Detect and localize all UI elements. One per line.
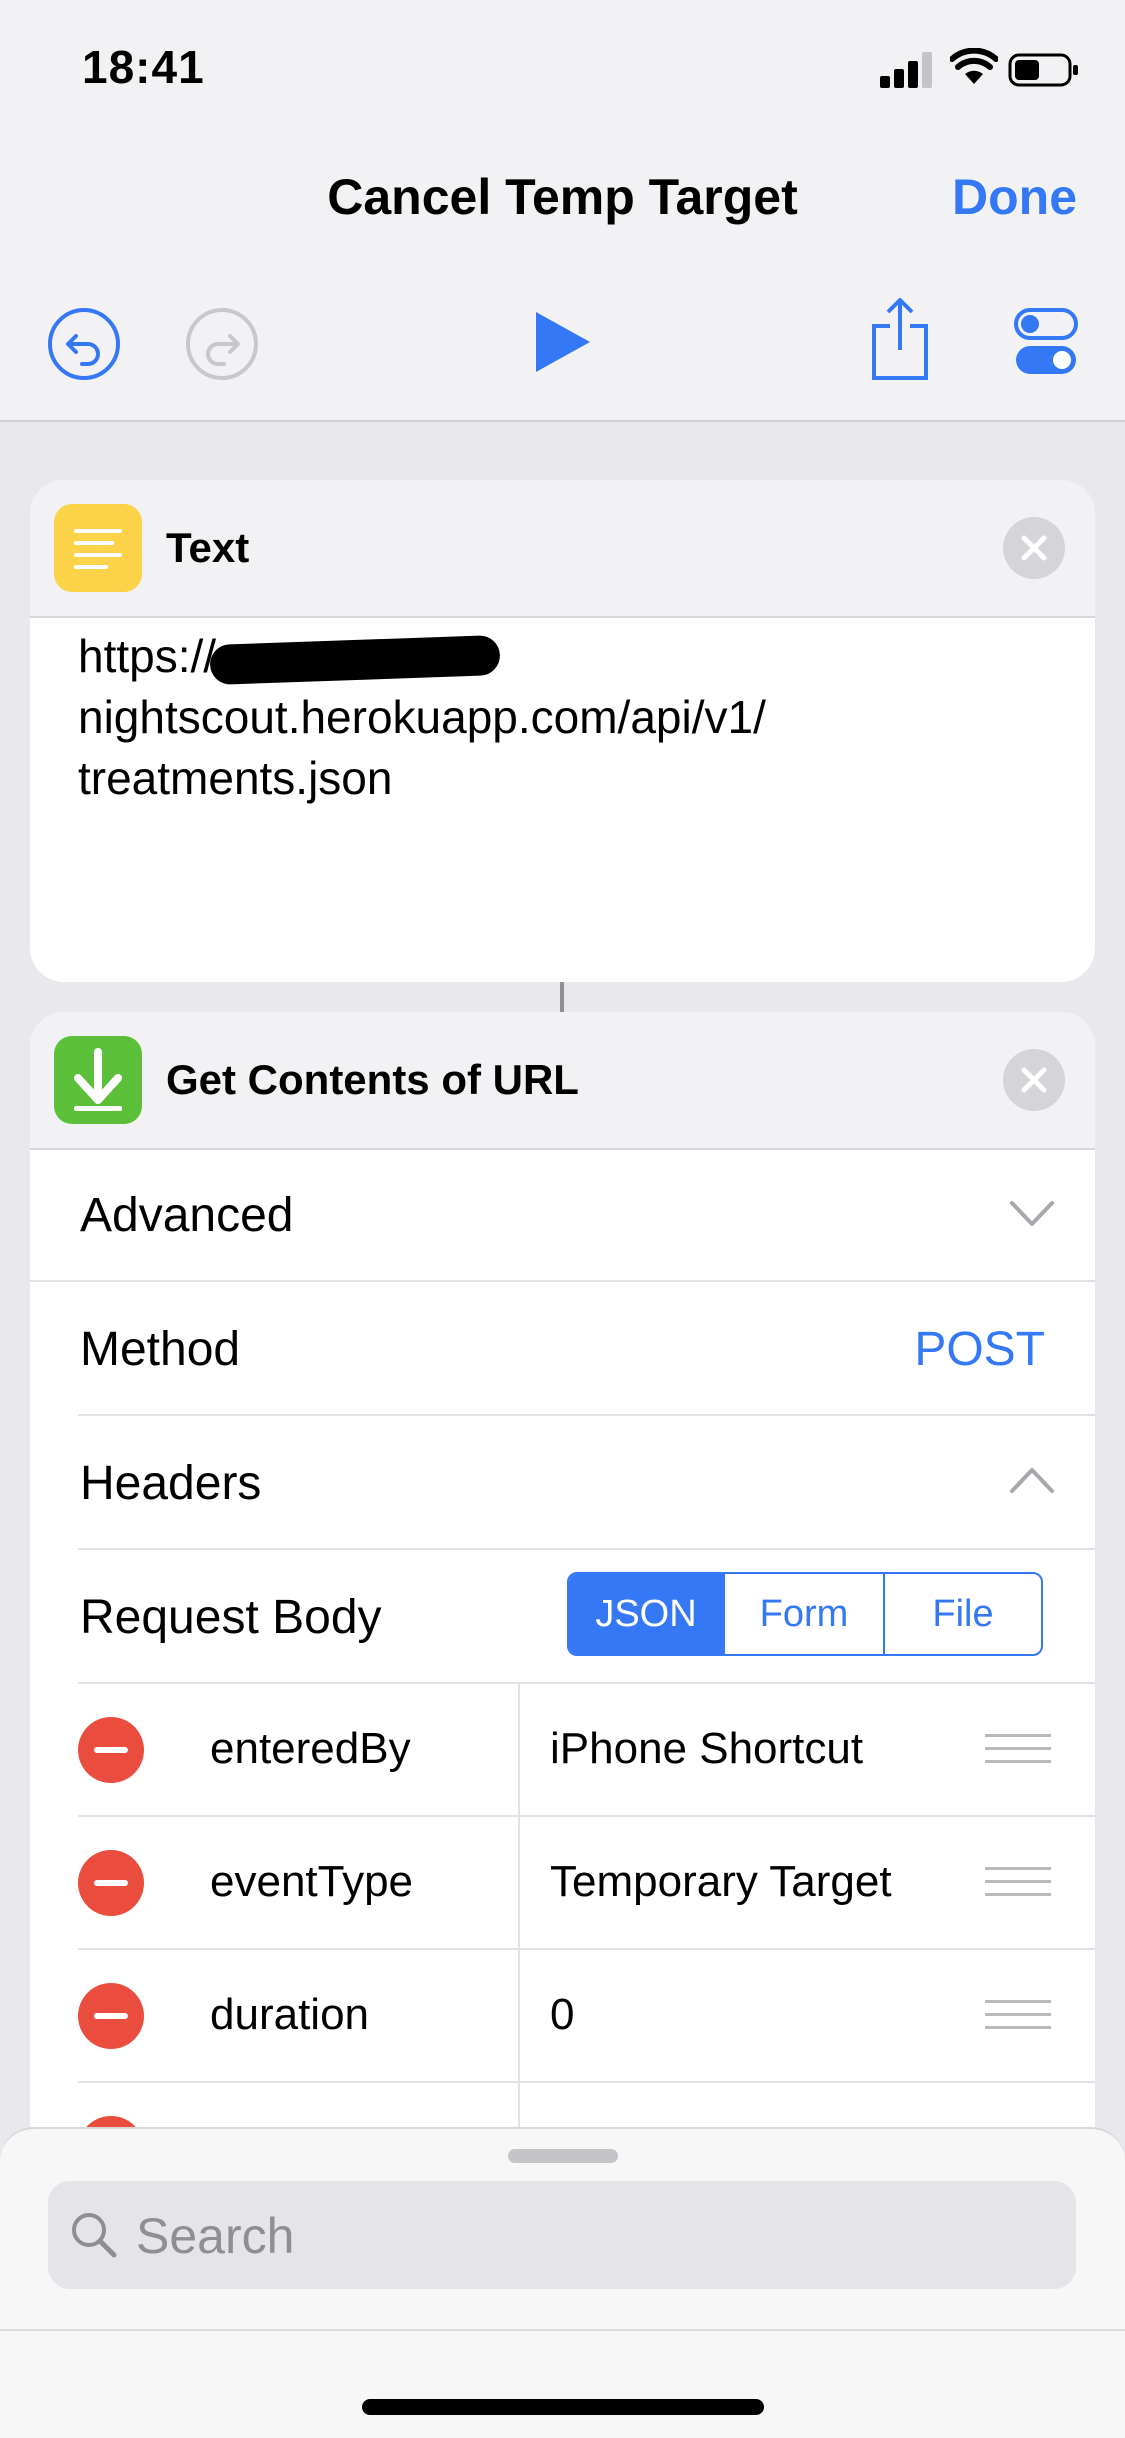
advanced-row[interactable]: Advanced	[30, 1148, 1095, 1282]
headers-row[interactable]: Headers	[30, 1416, 1095, 1548]
redo-icon	[186, 308, 258, 380]
field-value[interactable]: Temporary Target	[550, 1857, 892, 1907]
url-line-3: treatments.json	[78, 752, 393, 804]
reorder-handle-icon[interactable]	[985, 2000, 1051, 2030]
field-key[interactable]: enteredBy	[210, 1724, 411, 1774]
chevron-down-icon	[1010, 1201, 1054, 1226]
battery-icon	[1008, 53, 1078, 87]
search-icon	[72, 2213, 117, 2258]
redo-button[interactable]	[184, 306, 260, 382]
sheet-grabber[interactable]	[508, 2149, 618, 2163]
url-action-header: Get Contents of URL	[30, 1012, 1095, 1150]
url-action-card: Get Contents of URL Advanced Method POST…	[30, 1012, 1095, 2192]
undo-button[interactable]	[46, 306, 122, 382]
reorder-handle-icon[interactable]	[985, 1734, 1051, 1764]
body-type-segmented-control: JSON Form File	[567, 1572, 1043, 1656]
field-key[interactable]: duration	[210, 1990, 369, 2040]
column-divider	[518, 1684, 520, 1815]
text-action-title: Text	[166, 524, 250, 571]
headers-label: Headers	[80, 1457, 262, 1510]
home-indicator[interactable]	[362, 2399, 764, 2415]
cellular-signal-icon	[880, 52, 934, 88]
redaction-mark	[209, 634, 501, 685]
undo-icon	[48, 308, 120, 380]
column-divider	[518, 1950, 520, 2081]
remove-url-action-button[interactable]	[1003, 1049, 1065, 1111]
settings-button[interactable]	[1014, 308, 1078, 376]
text-lines-icon	[54, 504, 142, 592]
remove-text-action-button[interactable]	[1003, 517, 1065, 579]
method-row[interactable]: Method POST	[30, 1282, 1095, 1414]
toggles-icon	[1014, 308, 1078, 374]
url-action-title: Get Contents of URL	[166, 1056, 579, 1103]
url-prefix: https://	[78, 630, 217, 682]
text-action-header: Text	[30, 480, 1095, 618]
text-content-field[interactable]: https:// nightscout.herokuapp.com/api/v1…	[78, 626, 978, 809]
actions-bottom-sheet: Search	[0, 2127, 1125, 2438]
wifi-icon	[950, 48, 998, 84]
search-field[interactable]: Search	[48, 2181, 1076, 2289]
body-type-json[interactable]: JSON	[569, 1574, 725, 1654]
request-body-row: Request Body JSON Form File	[30, 1550, 1095, 1682]
share-button[interactable]	[868, 296, 932, 382]
method-value[interactable]: POST	[914, 1322, 1045, 1377]
close-icon	[1021, 1067, 1047, 1093]
body-field-row: duration 0	[78, 1950, 1095, 2083]
chevron-up-icon	[1010, 1468, 1054, 1493]
field-value[interactable]: iPhone Shortcut	[550, 1724, 863, 1774]
body-field-row: eventType Temporary Target	[78, 1817, 1095, 1950]
divider	[0, 2329, 1125, 2331]
url-line-2: nightscout.herokuapp.com/api/v1/	[78, 691, 766, 743]
delete-field-button[interactable]	[78, 1717, 144, 1783]
search-placeholder: Search	[136, 2208, 295, 2264]
play-icon	[536, 312, 590, 372]
advanced-label: Advanced	[80, 1189, 294, 1242]
action-connector	[560, 982, 564, 1012]
method-label: Method	[80, 1323, 241, 1376]
field-key[interactable]: eventType	[210, 1857, 413, 1907]
text-action-card: Text https:// nightscout.herokuapp.com/a…	[30, 480, 1095, 982]
body-type-form[interactable]: Form	[725, 1574, 885, 1654]
run-button[interactable]	[530, 306, 594, 378]
delete-field-button[interactable]	[78, 1850, 144, 1916]
delete-field-button[interactable]	[78, 1983, 144, 2049]
request-body-label: Request Body	[80, 1591, 382, 1644]
body-type-file[interactable]: File	[885, 1574, 1041, 1654]
share-icon	[872, 298, 928, 380]
body-field-row: enteredBy iPhone Shortcut	[78, 1684, 1095, 1817]
download-arrow-icon	[54, 1036, 142, 1124]
close-icon	[1021, 535, 1047, 561]
column-divider	[518, 1817, 520, 1948]
status-time: 18:41	[82, 41, 205, 93]
done-button[interactable]: Done	[952, 168, 1077, 226]
field-value[interactable]: 0	[550, 1990, 574, 2040]
reorder-handle-icon[interactable]	[985, 1867, 1051, 1897]
navigation-bar: 18:41 Cancel Temp Target Done	[0, 0, 1125, 422]
